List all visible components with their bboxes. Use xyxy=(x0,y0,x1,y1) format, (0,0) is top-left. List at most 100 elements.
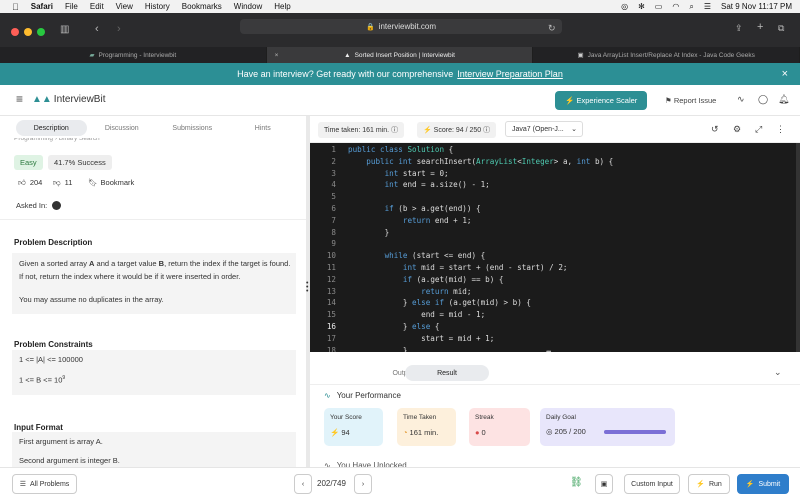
status-icon[interactable]: ◎ xyxy=(621,2,628,11)
bell-icon[interactable]: 🔔︎ xyxy=(778,94,789,105)
menu-edit[interactable]: Edit xyxy=(90,2,104,11)
fire-icon: ● xyxy=(475,428,480,437)
desc-part: Given a sorted array xyxy=(19,259,90,268)
tab-hints[interactable]: Hints xyxy=(228,120,299,136)
score-card: Your Score ⚡ 94 xyxy=(324,408,383,446)
menu-app[interactable]: Safari xyxy=(31,2,53,11)
forward-icon[interactable]: › xyxy=(117,23,121,35)
dislike-button[interactable]: 👎︎ 11 xyxy=(53,178,72,188)
next-problem-button[interactable]: › xyxy=(354,474,372,494)
mac-menubar:  Safari File Edit View History Bookmark… xyxy=(0,0,800,13)
clock[interactable]: Sat 9 Nov 11:17 PM xyxy=(721,2,792,11)
tab-strip: ▰ Programming - Interviewbit × ▲ Sorted … xyxy=(0,47,800,63)
more-icon[interactable]: ⋮ xyxy=(776,124,785,135)
menu-bookmarks[interactable]: Bookmarks xyxy=(182,2,222,11)
tab-title: Programming - Interviewbit xyxy=(98,51,177,59)
submit-button[interactable]: ⚡ Submit xyxy=(737,474,789,494)
menu-file[interactable]: File xyxy=(65,2,78,11)
streak-card-value: ● 0 xyxy=(475,428,486,437)
code-line[interactable]: } else { xyxy=(348,322,440,331)
info-icon[interactable]: ⓘ xyxy=(483,127,490,134)
search-icon[interactable]: ⌕ xyxy=(689,2,693,12)
zoom-window-button[interactable] xyxy=(37,28,45,36)
drag-handle-icon[interactable]: • • • xyxy=(306,280,308,295)
thumbs-down-icon: 👎︎ xyxy=(53,178,61,187)
chevron-down-icon: ⌄ xyxy=(571,126,577,133)
code-line[interactable]: return mid; xyxy=(348,287,471,296)
difficulty-badge: Easy xyxy=(14,155,43,170)
streak-card: Streak ● 0 xyxy=(469,408,530,446)
back-icon[interactable]: ‹ xyxy=(95,23,99,35)
code-line[interactable]: return end + 1; xyxy=(348,216,472,225)
wifi-icon[interactable]: ◠ xyxy=(672,2,679,11)
performance-title: Your Performance xyxy=(336,391,401,400)
bluetooth-icon[interactable]: ✻ xyxy=(638,2,645,11)
collapse-icon[interactable]: ⌄ xyxy=(774,367,782,378)
close-window-button[interactable] xyxy=(11,28,19,36)
tab-submissions[interactable]: Submissions xyxy=(157,120,228,136)
tab-programming[interactable]: ▰ Programming - Interviewbit xyxy=(0,47,267,63)
menu-help[interactable]: Help xyxy=(274,2,290,11)
tab-description[interactable]: Description xyxy=(16,120,87,136)
tab-overview-icon[interactable]: ⧉ xyxy=(778,23,784,34)
code-line[interactable]: int end = a.size() - 1; xyxy=(348,180,490,189)
like-button[interactable]: 👍︎ 204 xyxy=(18,178,42,188)
bookmark-button[interactable]: 🔖︎ Bookmark xyxy=(88,178,134,187)
settings-icon[interactable]: ⚙ xyxy=(733,124,741,135)
constraint-2-base: 1 <= B <= 10 xyxy=(19,375,63,385)
code-line[interactable]: while (start <= end) { xyxy=(348,251,486,260)
banner-link[interactable]: Interview Preparation Plan xyxy=(457,69,563,79)
tab-java-geeks[interactable]: ▣ Java ArrayList Insert/Replace At Index… xyxy=(533,47,800,63)
code-line[interactable]: } else if (a.get(mid) > b) { xyxy=(348,298,531,307)
scaler-label: Experience Scaler xyxy=(576,96,638,105)
like-count: 204 xyxy=(29,178,43,187)
all-problems-button[interactable]: ☰ All Problems xyxy=(12,474,77,494)
code-line[interactable]: public int searchInsert(ArrayList<Intege… xyxy=(348,157,613,166)
language-select[interactable]: Java7 (Open-J... ⌄ xyxy=(505,121,583,137)
minimize-window-button[interactable] xyxy=(24,28,32,36)
info-icon[interactable]: ⓘ xyxy=(391,127,398,134)
apple-icon[interactable]:  xyxy=(12,2,19,12)
url-bar[interactable]: 🔒 interviewbit.com xyxy=(240,19,562,34)
activity-icon[interactable]: ∿ xyxy=(737,94,745,105)
logo[interactable]: ▲▲ InterviewBit xyxy=(32,94,105,105)
experience-scaler-button[interactable]: ⚡ Experience Scaler xyxy=(555,91,648,110)
tab-result[interactable]: Result xyxy=(405,365,489,381)
custom-input-button[interactable]: Custom Input xyxy=(624,474,680,494)
company-logo-icon[interactable] xyxy=(52,201,62,210)
sidebar-icon[interactable]: ▥ xyxy=(60,24,69,35)
prev-problem-button[interactable]: ‹ xyxy=(294,474,312,494)
code-line[interactable]: end = mid - 1; xyxy=(348,310,485,319)
code-line[interactable]: int start = 0; xyxy=(348,169,449,178)
editor-scrollbar[interactable] xyxy=(796,143,800,352)
code-line[interactable]: public class Solution { xyxy=(348,145,453,154)
code-line[interactable]: if (b > a.get(end)) { xyxy=(348,204,481,213)
menu-history[interactable]: History xyxy=(145,2,170,11)
tab-sorted-insert[interactable]: × ▲ Sorted Insert Position | Interviewbi… xyxy=(266,47,534,63)
code-line[interactable]: int mid = start + (end - start) / 2; xyxy=(348,263,568,272)
code-line[interactable]: start = mid + 1; xyxy=(348,334,494,343)
input-line-1: First argument is array A. xyxy=(19,437,103,446)
new-tab-icon[interactable]: + xyxy=(757,21,763,33)
code-editor[interactable]: 1 public class Solution {2 public int sea… xyxy=(310,143,796,352)
reset-icon[interactable]: ↺ xyxy=(711,124,719,135)
menu-view[interactable]: View xyxy=(116,2,133,11)
control-center-icon[interactable]: ☰ xyxy=(704,2,711,11)
close-banner-icon[interactable]: × xyxy=(782,68,788,80)
code-line[interactable]: } xyxy=(348,228,390,237)
user-icon[interactable]: ◯ xyxy=(758,94,768,105)
reload-icon[interactable]: ↻ xyxy=(548,23,556,34)
tab-discussion[interactable]: Discussion xyxy=(87,120,158,136)
report-issue-link[interactable]: ⚑ Report Issue xyxy=(665,96,716,105)
terminal-button[interactable]: ▣ xyxy=(595,474,613,494)
run-button[interactable]: ⚡ Run xyxy=(688,474,730,494)
battery-icon[interactable]: ▭ xyxy=(655,2,663,11)
hamburger-icon[interactable]: ≡ xyxy=(16,92,23,106)
connection-icon[interactable]: ⛓ xyxy=(570,477,583,488)
share-icon[interactable]: ⇪ xyxy=(735,23,743,34)
menu-window[interactable]: Window xyxy=(234,2,262,11)
expand-icon[interactable]: ⤢ xyxy=(755,124,762,135)
logo-text: InterviewBit xyxy=(53,94,106,105)
code-line[interactable]: if (a.get(mid) == b) { xyxy=(348,275,504,284)
close-tab-icon[interactable]: × xyxy=(275,52,279,59)
